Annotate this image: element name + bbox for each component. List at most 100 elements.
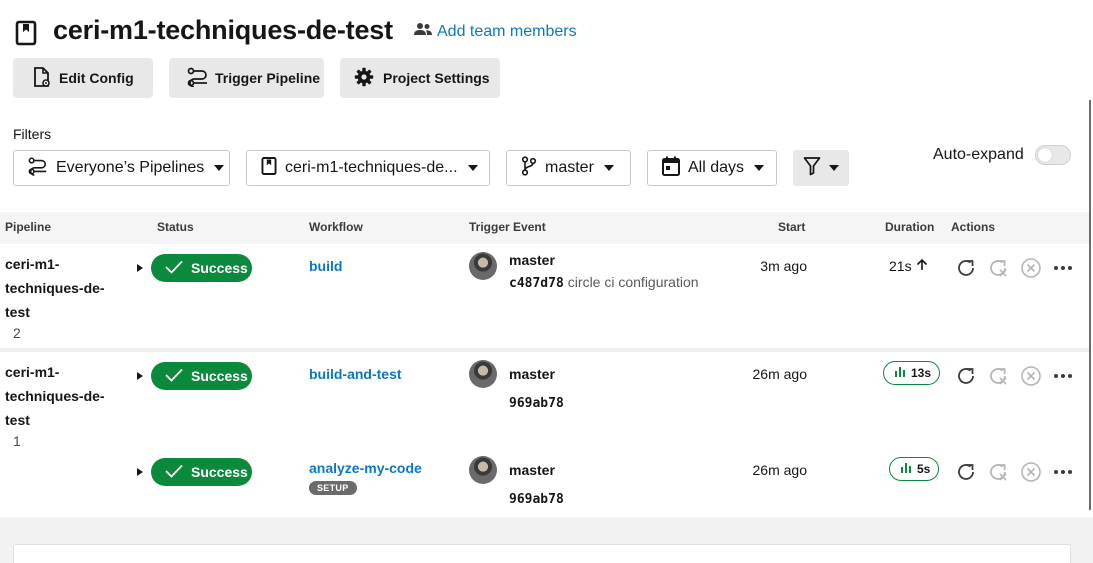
caret-down-icon <box>754 165 765 171</box>
date-filter-dropdown[interactable]: All days <box>647 150 777 186</box>
more-icon[interactable] <box>1052 365 1074 387</box>
workflow-link[interactable]: build-and-test <box>309 366 402 382</box>
column-header-workflow: Workflow <box>309 220 363 234</box>
scrollbar[interactable] <box>1089 100 1091 510</box>
avatar <box>469 360 497 388</box>
branch-filter-dropdown[interactable]: master <box>506 150 631 186</box>
status-label: Success <box>191 260 248 276</box>
more-icon[interactable] <box>1052 257 1074 279</box>
project-icon <box>261 156 277 181</box>
avatar <box>469 252 497 280</box>
setup-tag: SETUP <box>309 481 357 495</box>
project-settings-label: Project Settings <box>383 70 490 86</box>
more-icon[interactable] <box>1052 461 1074 483</box>
expand-row-icon[interactable] <box>137 468 143 476</box>
calendar-icon <box>662 156 680 181</box>
pipeline-name-line: test <box>5 412 30 428</box>
duration-insights-pill[interactable]: 5s <box>889 457 940 481</box>
pipeline-icon <box>28 156 48 181</box>
trigger-pipeline-label: Trigger Pipeline <box>215 70 321 86</box>
expand-row-icon[interactable] <box>137 264 143 272</box>
expand-row-icon[interactable] <box>137 372 143 380</box>
cancel-icon[interactable] <box>1020 257 1042 279</box>
column-header-pipeline: Pipeline <box>5 220 52 234</box>
commit-info[interactable]: 969ab78 <box>509 394 564 411</box>
trigger-branch: master <box>509 462 555 478</box>
project-settings-button[interactable]: Project Settings <box>340 58 500 98</box>
project-filter-dropdown[interactable]: ceri-m1-techniques-de... <box>246 150 490 186</box>
edit-config-button[interactable]: Edit Config <box>13 58 153 98</box>
page-title: ceri-m1-techniques-de-test <box>53 15 393 45</box>
pipelines-filter-value: Everyone’s Pipelines <box>56 159 205 176</box>
pipeline-name-line: ceri-m1- <box>5 256 60 272</box>
row-divider <box>0 348 1090 352</box>
edit-config-label: Edit Config <box>59 70 134 86</box>
project-icon <box>15 20 39 46</box>
status-badge[interactable]: Success <box>151 362 252 390</box>
bar-chart-icon <box>894 366 906 381</box>
filters-label: Filters <box>13 126 52 142</box>
caret-down-icon <box>829 165 839 171</box>
pipeline-name[interactable]: ceri-m1- techniques-de- test <box>5 252 115 324</box>
check-icon <box>165 464 183 481</box>
start-time: 3m ago <box>760 258 807 274</box>
caret-down-icon <box>603 165 614 171</box>
pipeline-icon <box>187 67 209 90</box>
add-team-members-label: Add team members <box>437 22 577 40</box>
pipeline-name[interactable]: ceri-m1- techniques-de- test <box>5 360 115 432</box>
project-filter-value: ceri-m1-techniques-de... <box>285 159 458 176</box>
status-badge[interactable]: Success <box>151 254 252 282</box>
filter-menu-button[interactable] <box>793 150 849 186</box>
auto-expand-toggle[interactable] <box>1035 145 1071 165</box>
avatar <box>469 456 497 484</box>
rerun-icon[interactable] <box>955 461 977 483</box>
rerun-failed-icon[interactable] <box>987 365 1009 387</box>
column-header-duration: Duration <box>885 220 935 234</box>
auto-expand-label: Auto-expand <box>933 146 1024 163</box>
pipelines-filter-dropdown[interactable]: Everyone’s Pipelines <box>13 150 230 186</box>
commit-info[interactable]: 969ab78 <box>509 490 564 507</box>
people-icon <box>414 22 432 41</box>
trigger-pipeline-button[interactable]: Trigger Pipeline <box>169 58 324 98</box>
status-label: Success <box>191 368 248 384</box>
cancel-icon[interactable] <box>1020 461 1042 483</box>
pipeline-name-line: techniques-de- <box>5 280 105 296</box>
rerun-icon[interactable] <box>955 365 977 387</box>
commit-sha: 969ab78 <box>509 396 564 411</box>
commit-info[interactable]: c487d78 circle ci configuration <box>509 274 699 291</box>
cancel-icon[interactable] <box>1020 365 1042 387</box>
check-icon <box>165 260 183 277</box>
check-icon <box>165 368 183 385</box>
status-badge[interactable]: Success <box>151 458 252 486</box>
pipeline-name-line: ceri-m1- <box>5 364 60 380</box>
duration-value: 13s <box>911 366 932 380</box>
pipeline-name-line: test <box>5 304 30 320</box>
pipeline-name-line: techniques-de- <box>5 388 105 404</box>
workflow-link[interactable]: analyze-my-code <box>309 460 422 476</box>
pipeline-cell: ceri-m1- techniques-de- test 2 <box>5 252 115 341</box>
branch-filter-value: master <box>545 159 594 176</box>
file-settings-icon <box>31 66 53 91</box>
rerun-icon[interactable] <box>955 257 977 279</box>
rerun-failed-icon[interactable] <box>987 257 1009 279</box>
trigger-branch: master <box>509 366 555 382</box>
bar-chart-icon <box>900 462 912 477</box>
pipeline-number: 1 <box>13 433 21 449</box>
commit-sha: 969ab78 <box>509 492 564 507</box>
arrow-up-icon <box>916 258 928 274</box>
funnel-icon <box>803 156 821 181</box>
column-header-trigger-event: Trigger Event <box>469 220 546 234</box>
column-header-actions: Actions <box>951 220 996 234</box>
duration-insights-pill[interactable]: 13s <box>883 361 941 385</box>
start-time: 26m ago <box>752 462 807 478</box>
branch-icon <box>521 155 537 181</box>
caret-down-icon <box>467 165 478 171</box>
column-header-start: Start <box>778 220 806 234</box>
duration-value: 21s <box>889 258 912 274</box>
add-team-members-link[interactable]: Add team members <box>414 22 577 41</box>
rerun-failed-icon[interactable] <box>987 461 1009 483</box>
content-card <box>13 544 1071 563</box>
duration: 21s <box>889 258 928 274</box>
pipeline-cell: ceri-m1- techniques-de- test 1 <box>5 360 115 449</box>
workflow-link[interactable]: build <box>309 258 342 274</box>
